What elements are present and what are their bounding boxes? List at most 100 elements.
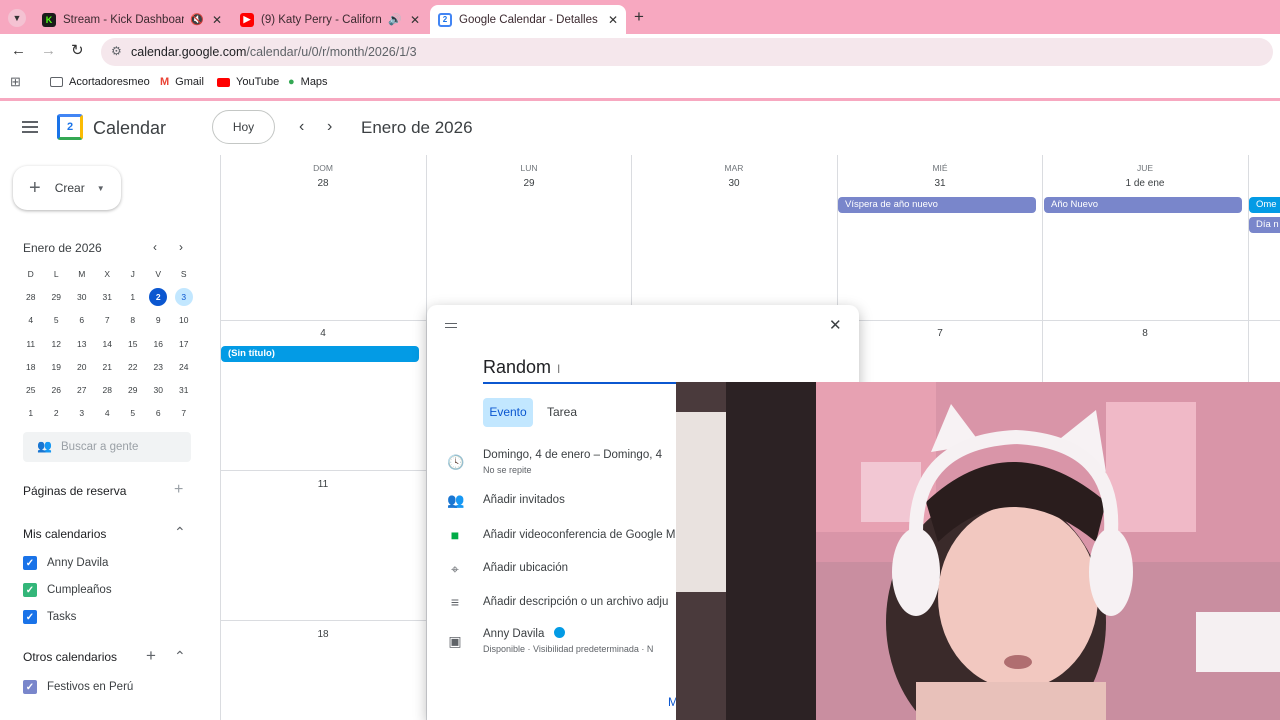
mini-day[interactable]: 22 — [120, 358, 146, 376]
mini-day[interactable]: 29 — [44, 288, 70, 306]
day-number[interactable]: 1 de ene — [1042, 178, 1248, 189]
mini-day[interactable]: 6 — [146, 404, 172, 422]
mini-day[interactable]: 5 — [120, 404, 146, 422]
checkbox-checked-icon[interactable]: ✓ — [23, 583, 37, 597]
create-button[interactable]: + Crear ▼ — [13, 166, 121, 210]
today-button[interactable]: Hoy — [212, 110, 275, 144]
tab-search-icon[interactable]: ▼ — [8, 9, 26, 27]
close-tab-icon[interactable]: ✕ — [410, 13, 420, 27]
mini-day[interactable]: 20 — [69, 358, 95, 376]
mini-day[interactable]: 11 — [18, 335, 44, 353]
mini-day[interactable]: 30 — [146, 381, 172, 399]
calendar-item-festivos[interactable]: ✓ Festivos en Perú — [23, 680, 133, 694]
day-number[interactable]: 18 — [220, 629, 426, 640]
bookmark-gmail[interactable]: M Gmail — [160, 76, 204, 88]
mini-day[interactable]: 23 — [146, 358, 172, 376]
new-tab-icon[interactable]: + — [634, 7, 644, 27]
tab-task[interactable]: Tarea — [541, 398, 583, 427]
mini-day[interactable]: 18 — [18, 358, 44, 376]
mini-day[interactable]: 15 — [120, 335, 146, 353]
chevron-up-icon[interactable]: ⌃ — [174, 524, 186, 541]
mini-day[interactable]: 8 — [120, 311, 146, 329]
day-number[interactable]: 30 — [631, 178, 837, 189]
mini-day[interactable]: 1 — [18, 404, 44, 422]
back-icon[interactable]: ← — [11, 42, 26, 59]
mini-day[interactable]: 13 — [69, 335, 95, 353]
mini-day[interactable]: 21 — [95, 358, 121, 376]
event-chip[interactable]: Año Nuevo — [1044, 197, 1242, 213]
site-info-icon[interactable]: ⚙ — [111, 44, 122, 58]
reload-icon[interactable]: ↻ — [71, 41, 84, 59]
mini-day[interactable]: 2 — [146, 287, 172, 306]
tab-event[interactable]: Evento — [483, 398, 533, 427]
mini-day[interactable]: 6 — [69, 311, 95, 329]
event-title-input[interactable]: Random I — [483, 357, 845, 384]
add-location[interactable]: Añadir ubicación — [483, 562, 568, 574]
repeat-option[interactable]: No se repite — [483, 465, 532, 475]
mini-day[interactable]: 2 — [44, 404, 70, 422]
apps-grid-icon[interactable]: ⊞ — [10, 74, 21, 90]
calendar-item-anny[interactable]: ✓ Anny Davila — [23, 556, 108, 570]
mini-day[interactable]: 7 — [95, 311, 121, 329]
mini-day[interactable]: 4 — [95, 404, 121, 422]
add-calendar-icon[interactable]: + — [146, 646, 156, 666]
tab-kick[interactable]: K Stream - Kick Dashboard 🔇 ✕ — [34, 5, 230, 34]
mini-day[interactable]: 14 — [95, 335, 121, 353]
next-month-icon[interactable]: › — [327, 118, 332, 136]
mini-day[interactable]: 29 — [120, 381, 146, 399]
mini-day[interactable]: 25 — [18, 381, 44, 399]
calendar-item-tasks[interactable]: ✓ Tasks — [23, 610, 76, 624]
mini-day[interactable]: 30 — [69, 288, 95, 306]
mini-day[interactable]: 28 — [18, 288, 44, 306]
booking-pages-heading[interactable]: Páginas de reserva — [23, 484, 126, 498]
mini-day[interactable]: 9 — [146, 311, 172, 329]
calendar-item-cumpleanos[interactable]: ✓ Cumpleaños — [23, 583, 112, 597]
checkbox-checked-icon[interactable]: ✓ — [23, 680, 37, 694]
mini-day[interactable]: 17 — [171, 335, 197, 353]
add-description[interactable]: Añadir descripción o un archivo adju — [483, 596, 668, 608]
mini-day[interactable]: 10 — [171, 311, 197, 329]
prev-month-icon[interactable]: ‹ — [299, 118, 304, 136]
muted-speaker-icon[interactable]: 🔇 — [190, 13, 204, 26]
day-number[interactable]: 28 — [220, 178, 426, 189]
mini-day[interactable]: 24 — [171, 358, 197, 376]
bookmark-acortadores[interactable]: Acortadoresmeo — [50, 76, 150, 88]
bookmark-youtube[interactable]: YouTube — [217, 76, 279, 88]
add-booking-icon[interactable]: + — [174, 481, 183, 499]
day-number[interactable]: 4 — [220, 328, 426, 339]
mini-day[interactable]: 3 — [69, 404, 95, 422]
event-chip[interactable]: Ome — [1249, 197, 1280, 213]
mini-prev-icon[interactable]: ‹ — [153, 240, 157, 254]
mini-day[interactable]: 4 — [18, 311, 44, 329]
close-tab-icon[interactable]: ✕ — [608, 13, 618, 27]
mini-day[interactable]: 31 — [95, 288, 121, 306]
event-chip[interactable]: Día n — [1249, 217, 1280, 233]
bookmark-maps[interactable]: ● Maps — [288, 76, 328, 88]
calendar-owner[interactable]: Anny Davila — [483, 627, 565, 640]
mini-day[interactable]: 19 — [44, 358, 70, 376]
day-number[interactable]: 31 — [837, 178, 1043, 189]
main-menu-icon[interactable] — [22, 121, 38, 133]
availability-visibility[interactable]: Disponible · Visibilidad predeterminada … — [483, 644, 653, 654]
mini-day[interactable]: 27 — [69, 381, 95, 399]
close-icon[interactable]: ✕ — [829, 316, 842, 334]
mini-day[interactable]: 31 — [171, 381, 197, 399]
mini-day[interactable]: 7 — [171, 404, 197, 422]
checkbox-checked-icon[interactable]: ✓ — [23, 610, 37, 624]
mini-day[interactable]: 3 — [171, 287, 197, 306]
mini-day[interactable]: 12 — [44, 335, 70, 353]
mini-day[interactable]: 16 — [146, 335, 172, 353]
search-people-input[interactable]: 👥 Buscar a gente — [23, 432, 191, 462]
close-tab-icon[interactable]: ✕ — [212, 13, 222, 27]
add-meet[interactable]: Añadir videoconferencia de Google M — [483, 529, 675, 541]
mini-day[interactable]: 26 — [44, 381, 70, 399]
event-chip[interactable]: Víspera de año nuevo — [838, 197, 1036, 213]
tab-calendar[interactable]: 2 Google Calendar - Detalles del evento … — [430, 5, 626, 34]
day-number[interactable]: 11 — [220, 479, 426, 490]
add-guests[interactable]: Añadir invitados — [483, 494, 565, 506]
event-date[interactable]: Domingo, 4 de enero – Domingo, 4 — [483, 449, 662, 461]
forward-icon[interactable]: → — [41, 42, 56, 59]
drag-handle-icon[interactable] — [445, 323, 457, 328]
day-number[interactable]: 7 — [837, 328, 1043, 339]
event-chip-untitled[interactable]: (Sin título) — [221, 346, 419, 362]
